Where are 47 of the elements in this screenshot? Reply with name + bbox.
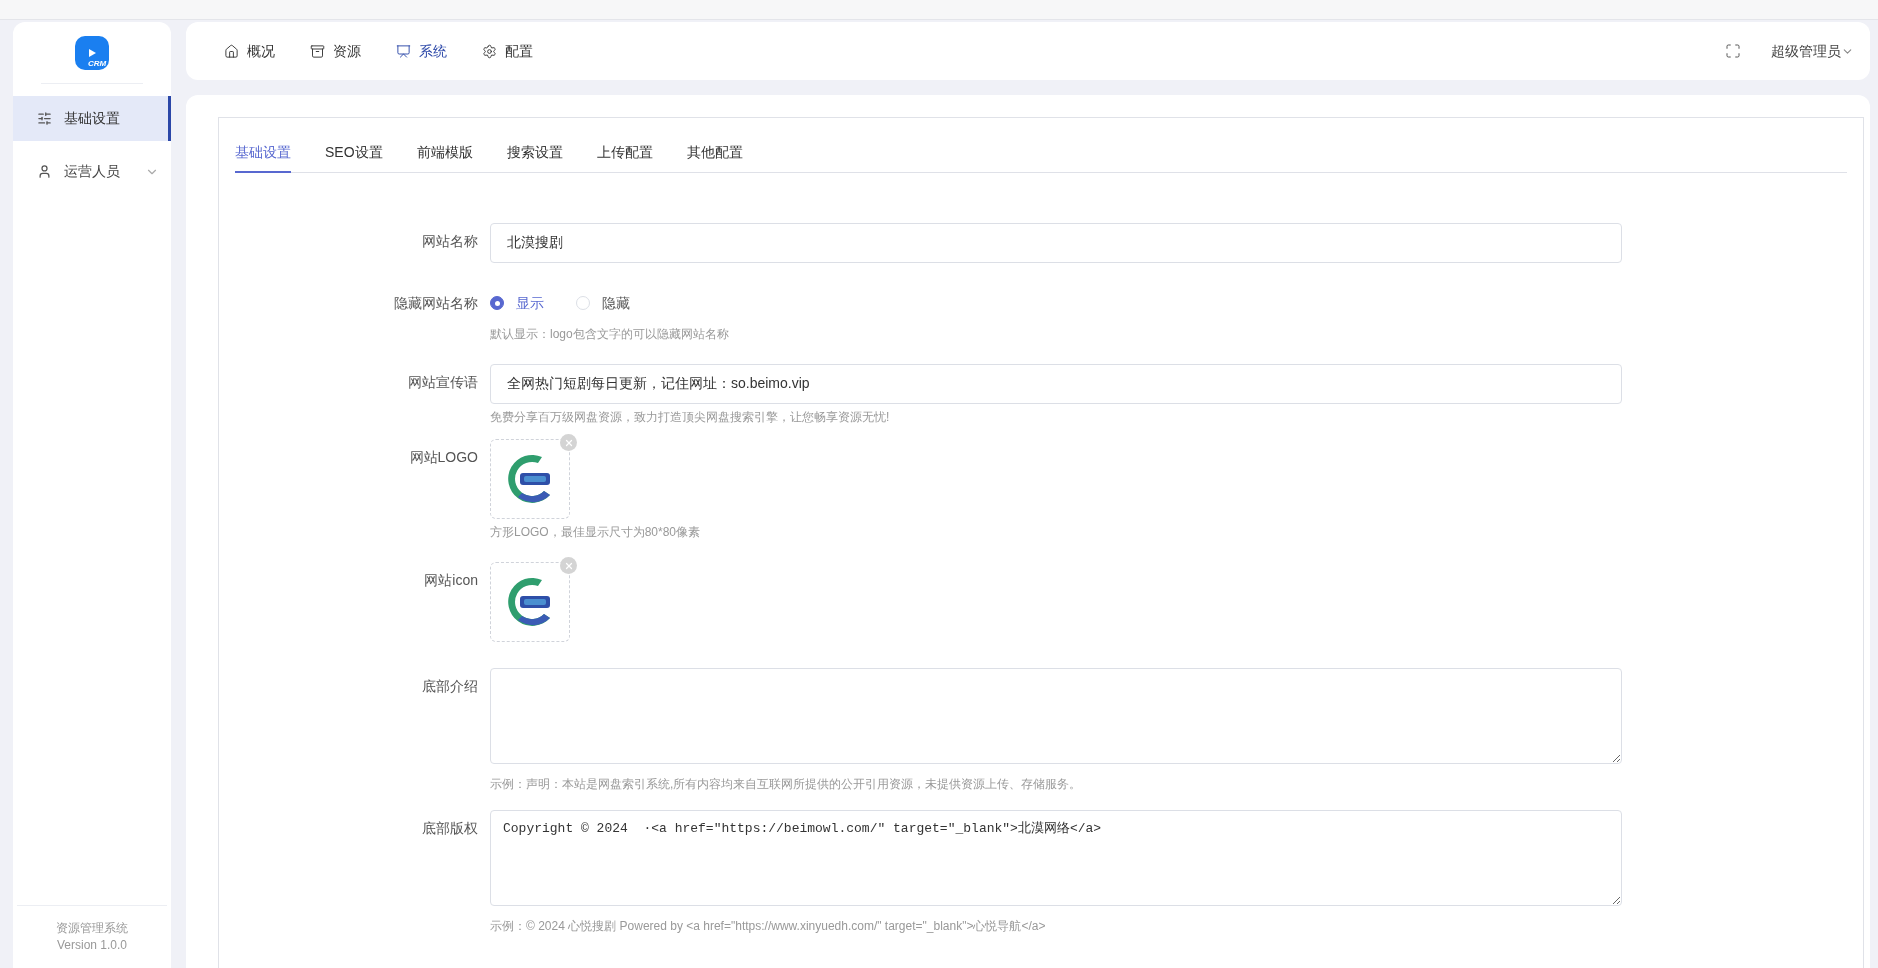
tray-icon	[310, 43, 325, 59]
field-label: 网站LOGO	[408, 448, 479, 467]
tab[interactable]: 搜索设置	[506, 142, 563, 173]
close-icon	[563, 437, 574, 448]
gear-icon	[482, 43, 497, 59]
close-icon	[563, 560, 574, 571]
footer-text: 资源管理系统	[56, 920, 128, 937]
field-label: 网站宣传语	[407, 373, 479, 392]
app-logo: CRM	[75, 35, 109, 70]
remove-button[interactable]	[560, 434, 577, 451]
tab[interactable]: SEO设置	[325, 142, 383, 173]
remove-button[interactable]	[560, 557, 577, 574]
nav-item[interactable]: 概况	[224, 40, 275, 62]
home-icon	[224, 43, 239, 59]
field-label: 网站icon	[423, 571, 479, 590]
image-upload[interactable]	[490, 439, 570, 519]
sidebar-item[interactable]: 运营人员	[13, 149, 171, 194]
image-upload[interactable]	[490, 562, 570, 642]
tab[interactable]: 前端模版	[416, 142, 473, 173]
text-field[interactable]: 全网热门短剧每日更新，记住网址：so.beimo.vip	[490, 364, 1622, 404]
monitor-icon	[396, 43, 411, 59]
nav-item[interactable]: 系统	[396, 40, 447, 62]
sliders-icon	[37, 111, 52, 126]
field-hint: 免费分享百万级网盘资源，致力打造顶尖网盘搜索引擎，让您畅享资源无忧!	[490, 409, 891, 425]
field-hint: 示例：© 2024 心悦搜剧 Powered by <a href="https://www.xinyuedh.com/" target="_blank">心悦导航</a>	[490, 918, 1047, 934]
field-hint: 方形LOGO，最佳显示尺寸为80*80像素	[490, 524, 702, 540]
radio-option[interactable]: 隐藏	[576, 292, 630, 314]
footer-text: Version 1.0.0	[56, 937, 128, 954]
field-label: 网站名称	[421, 232, 479, 251]
tab[interactable]: 基础设置	[235, 142, 291, 173]
text-area[interactable]: Copyright © 2024 ·<a href="https://beimowl.com/" target="_blank">北漠网络</a>	[490, 810, 1622, 906]
field-label: 底部介绍	[421, 677, 479, 696]
text-area[interactable]	[490, 668, 1622, 764]
field-hint: 默认显示：logo包含文字的可以隐藏网站名称	[490, 326, 730, 342]
tab[interactable]: 其他配置	[686, 142, 743, 173]
field-label: 隐藏网站名称	[393, 294, 479, 313]
fullscreen-icon[interactable]	[1725, 43, 1741, 59]
field-hint: 示例：声明：本站是网盘索引系统,所有内容均来自互联网所提供的公开引用资源，未提供资源上传、存储服务。	[490, 776, 1083, 792]
radio-option[interactable]: 显示	[490, 292, 544, 314]
nav-item[interactable]: 配置	[482, 40, 533, 62]
tab[interactable]: 上传配置	[596, 142, 653, 173]
text-field[interactable]: 北漠搜剧	[490, 223, 1622, 263]
field-label: 底部版权	[421, 819, 479, 838]
sidebar-item[interactable]: 基础设置	[13, 96, 171, 141]
user-icon	[37, 164, 52, 179]
nav-item[interactable]: 资源	[310, 40, 361, 62]
user-menu[interactable]: 超级管理员	[1771, 40, 1854, 62]
